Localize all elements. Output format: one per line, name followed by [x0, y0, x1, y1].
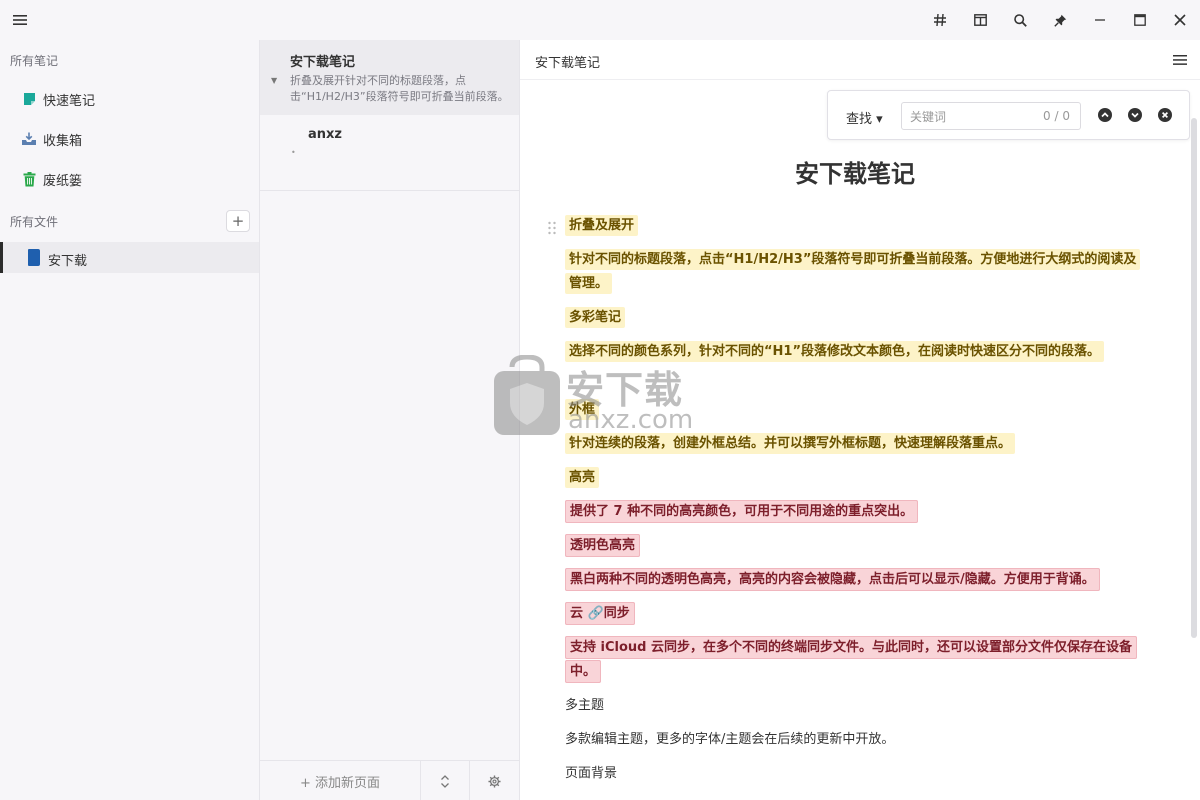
paragraph[interactable]: 折叠及展开 [565, 214, 639, 238]
quick-note-icon [21, 91, 37, 107]
document-title: 安下载笔记 [795, 160, 915, 188]
highlighted-text: 提供了 7 种不同的高亮颜色，可用于不同用途的重点突出。 [565, 500, 919, 523]
editor-header: 安下载笔记 [520, 40, 1200, 80]
notebook-icon [28, 249, 40, 266]
shield-logo-icon [494, 355, 560, 435]
watermark-subtitle: anxz.com [568, 405, 694, 435]
find-bar: 查找 ▾ 0 / 0 [827, 90, 1190, 140]
sidebar: 所有笔记 快速笔记 收集箱 废纸篓 所有文件 + 安下载 [0, 40, 260, 800]
note-list-footer: + 添加新页面 [260, 760, 519, 800]
maximize-icon[interactable] [1120, 0, 1160, 40]
folder-label: 安下载 [48, 254, 88, 269]
watermark: 安下载 anxz.com [492, 355, 712, 445]
inbox-icon [21, 131, 37, 147]
hash-icon[interactable] [920, 0, 960, 40]
find-previous-icon[interactable] [1097, 107, 1113, 123]
gear-icon[interactable] [470, 761, 519, 800]
paragraph[interactable]: 多彩笔记 [565, 306, 626, 330]
note-title: 安下载笔记 [290, 55, 356, 70]
paragraph[interactable]: 多主题 [565, 694, 604, 718]
selection-indicator [0, 242, 3, 273]
note-preview: 折叠及展开针对不同的标题段落，点击“H1/H2/H3”段落符号即可折叠当前段落。… [290, 74, 509, 103]
scrollbar[interactable] [1191, 118, 1197, 638]
folder-item-anxz[interactable]: 安下载 [0, 242, 259, 273]
highlighted-text: 针对不同的标题段落，点击“H1/H2/H3”段落符号即可折叠当前段落。方便地进行… [565, 249, 1141, 294]
paragraph[interactable]: 高亮 [565, 466, 600, 490]
editor-header-title: 安下载笔记 [535, 56, 601, 71]
highlighted-text: 高亮 [565, 467, 600, 488]
highlighted-text: 云 🔗同步 [565, 602, 635, 625]
search-icon[interactable] [1000, 0, 1040, 40]
find-close-icon[interactable] [1157, 107, 1173, 123]
drag-handle-icon[interactable] [547, 220, 557, 236]
note-card[interactable]: 安下载笔记 ▼ 折叠及展开针对不同的标题段落，点击“H1/H2/H3”段落符号即… [260, 40, 519, 115]
find-input[interactable] [910, 108, 1030, 125]
trash-icon [21, 171, 37, 187]
collapse-caret-icon[interactable]: ▼ [271, 76, 277, 85]
minimize-icon[interactable] [1080, 0, 1120, 40]
sidebar-item-inbox[interactable]: 收集箱 [0, 120, 259, 158]
paragraph[interactable]: 针对不同的标题段落，点击“H1/H2/H3”段落符号即可折叠当前段落。方便地进行… [565, 248, 1145, 296]
paragraph[interactable]: 支持 iCloud 云同步，在多个不同的终端同步文件。与此同时，还可以设置部分文… [565, 636, 1145, 684]
highlighted-text: 黑白两种不同的透明色高亮，高亮的内容会被隐藏，点击后可以显示/隐藏。方便用于背诵… [565, 568, 1100, 591]
note-list: 安下载笔记 ▼ 折叠及展开针对不同的标题段落，点击“H1/H2/H3”段落符号即… [260, 40, 520, 800]
title-bar [0, 0, 1200, 40]
paragraph[interactable]: 黑白两种不同的透明色高亮，高亮的内容会被隐藏，点击后可以显示/隐藏。方便用于背诵… [565, 568, 1100, 592]
sidebar-item-quick-notes[interactable]: 快速笔记 [0, 80, 259, 118]
find-count: 0 / 0 [1043, 109, 1070, 123]
pin-icon[interactable] [1040, 0, 1080, 40]
highlighted-text: 支持 iCloud 云同步，在多个不同的终端同步文件。与此同时，还可以设置部分文… [565, 636, 1137, 683]
sidebar-item-label: 快速笔记 [43, 93, 96, 109]
sidebar-item-label: 废纸篓 [43, 173, 83, 189]
editor-menu-icon[interactable] [1168, 49, 1192, 71]
sidebar-item-label: 收集箱 [43, 133, 83, 149]
sidebar-item-trash[interactable]: 废纸篓 [0, 160, 259, 198]
paragraph[interactable]: 云 🔗同步 [565, 602, 635, 626]
close-icon[interactable] [1160, 0, 1200, 40]
highlighted-text: 透明色高亮 [565, 534, 641, 557]
paragraph[interactable]: 提供了 7 种不同的高亮颜色，可用于不同用途的重点突出。 [565, 500, 919, 524]
find-mode-dropdown[interactable]: 查找 ▾ [846, 108, 883, 127]
paragraph[interactable]: 多款编辑主题，更多的字体/主题会在后续的更新中开放。 [565, 728, 894, 752]
sort-icon[interactable] [421, 761, 470, 800]
paragraph[interactable]: 透明色高亮 [565, 534, 641, 558]
note-preview: • [291, 148, 296, 157]
find-input-box: 0 / 0 [901, 102, 1081, 130]
note-title: anxz [308, 127, 342, 142]
hamburger-icon[interactable] [8, 9, 32, 31]
add-page-button[interactable]: + 添加新页面 [260, 761, 421, 800]
find-next-icon[interactable] [1127, 107, 1143, 123]
all-files-label: 所有文件 [10, 215, 59, 229]
note-card[interactable]: anxz • [260, 116, 519, 191]
highlighted-text: 多彩笔记 [565, 307, 626, 328]
split-view-icon[interactable] [960, 0, 1000, 40]
all-notes-label: 所有笔记 [10, 54, 59, 68]
highlighted-text: 折叠及展开 [565, 215, 639, 236]
add-folder-button[interactable]: + [226, 210, 250, 232]
paragraph[interactable]: 页面背景 [565, 762, 617, 786]
